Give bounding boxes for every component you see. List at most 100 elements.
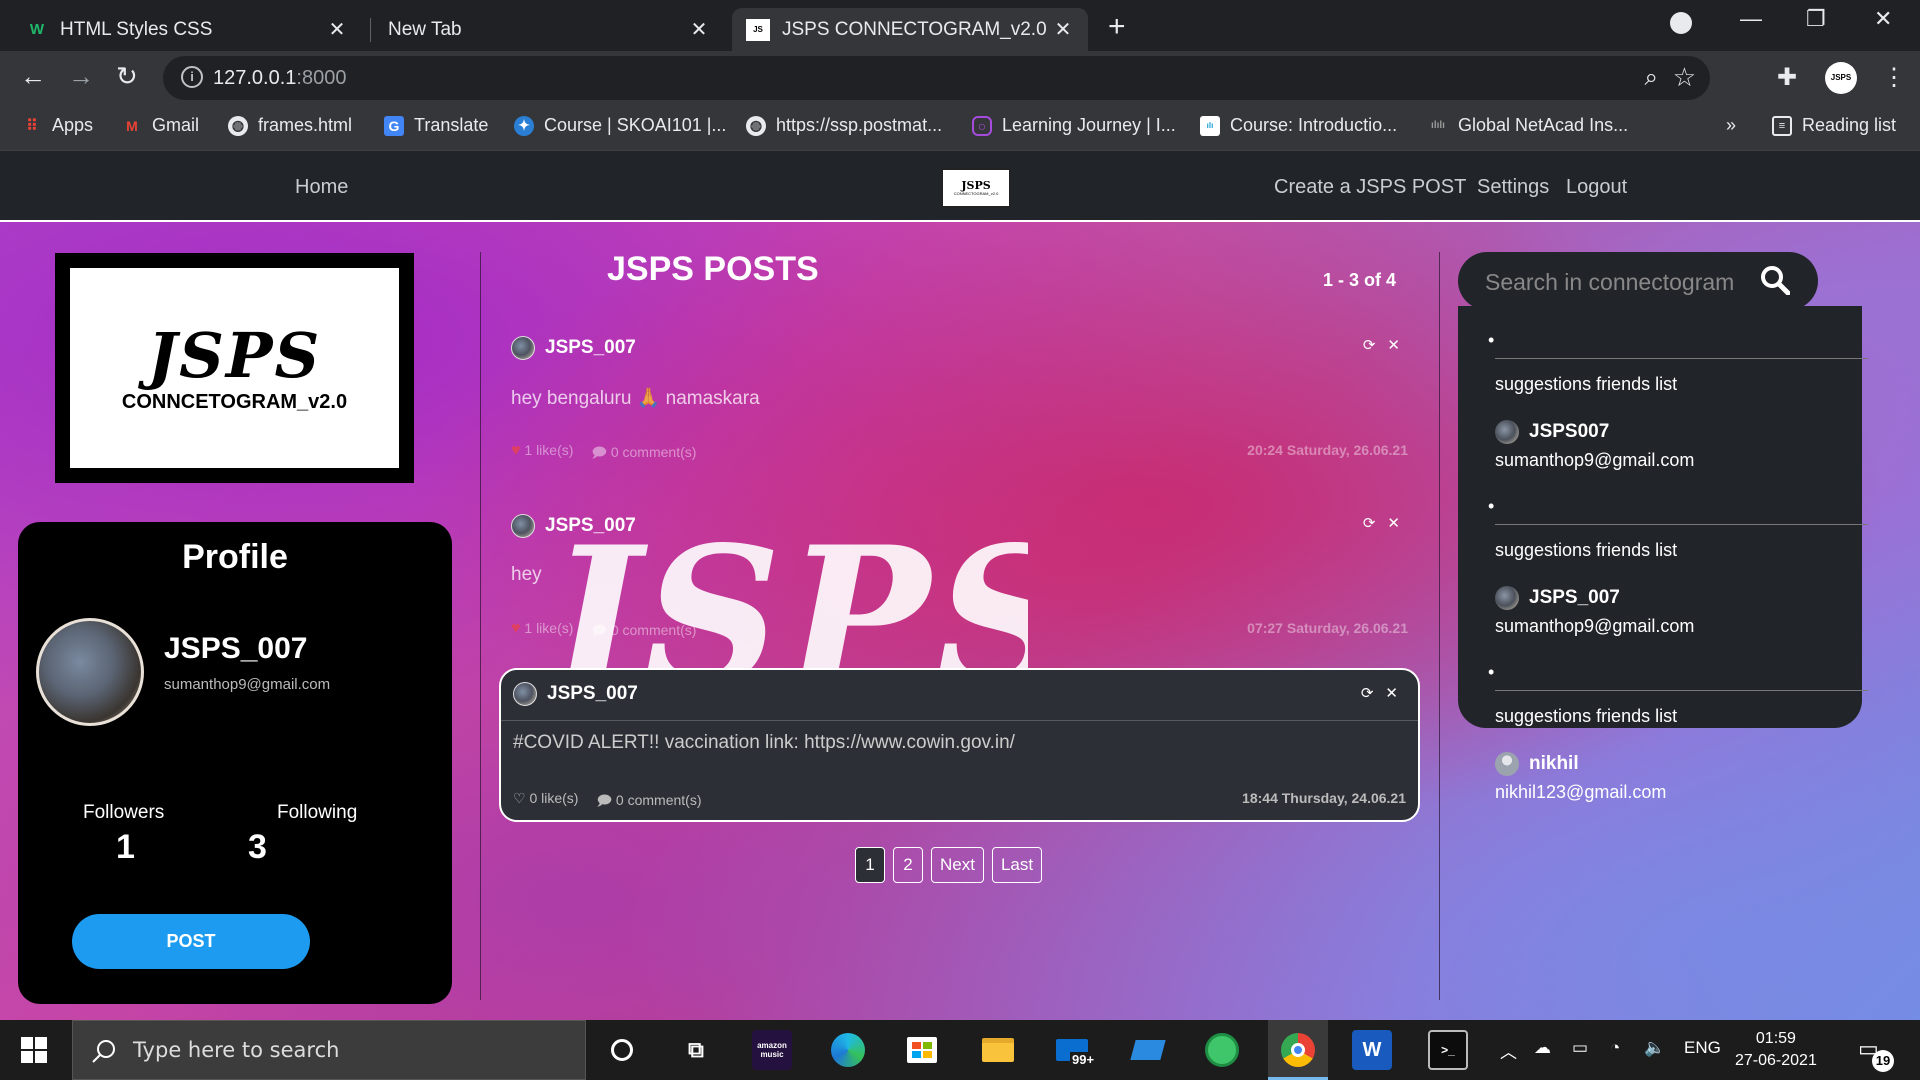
edge-icon[interactable] [828, 1030, 868, 1070]
close-tab-icon[interactable]: ✕ [326, 17, 348, 42]
notification-center-icon[interactable]: ▭ 19 [1858, 1036, 1894, 1072]
page-1-button[interactable]: 1 [855, 847, 885, 883]
suggested-user[interactable]: JSPS_007 [1495, 586, 1620, 610]
comment-icon[interactable]: 🗩 [596, 792, 612, 808]
taskbar-search-box[interactable]: Type here to search [72, 1020, 586, 1080]
forward-arrow-icon[interactable]: → [68, 61, 94, 92]
delete-post-icon[interactable]: ✕ [1387, 336, 1400, 354]
bookmark-translate[interactable]: G Translate [384, 115, 488, 136]
page-2-button[interactable]: 2 [893, 847, 923, 883]
amazon-music-icon[interactable]: amazon music [752, 1030, 792, 1070]
delete-post-icon[interactable]: ✕ [1385, 684, 1398, 702]
zoom-icon[interactable]: ⌕ [1645, 64, 1658, 92]
heart-outline-icon[interactable]: ♡ [513, 790, 526, 806]
followers-label[interactable]: Followers [83, 802, 164, 824]
bookmark-star-icon[interactable]: ☆ [1673, 62, 1696, 93]
suggested-user[interactable]: JSPS007 [1495, 420, 1609, 444]
heart-icon[interactable]: ♥ [511, 620, 521, 637]
restore-icon[interactable]: ❐ [1806, 6, 1826, 32]
post-likes[interactable]: ♥ 1 like(s) [511, 442, 573, 466]
search-placeholder[interactable]: Search in connectogram [1485, 269, 1734, 296]
column-divider [480, 252, 481, 1000]
windows-start-icon[interactable] [14, 1030, 54, 1070]
store-icon[interactable] [902, 1030, 942, 1070]
post-button[interactable]: POST [72, 914, 310, 969]
post-author[interactable]: JSPS_007 [513, 682, 638, 706]
bookmark-label: frames.html [258, 115, 353, 135]
navbar-logo[interactable]: JSPS CONNECTOGRAM_v2.0 [941, 168, 1011, 208]
bullet: • [1488, 330, 1495, 350]
laptop-app-icon[interactable] [1128, 1030, 1168, 1070]
language-indicator[interactable]: ENG [1684, 1038, 1721, 1058]
following-count[interactable]: 3 [248, 828, 267, 867]
nav-create-post-link[interactable]: Create a JSPS POST [1274, 176, 1466, 199]
post-comments[interactable]: 🗩 0 comment(s) [596, 790, 701, 814]
close-tab-icon[interactable]: ✕ [1052, 17, 1074, 42]
close-window-icon[interactable]: ✕ [1874, 6, 1892, 32]
nav-logout-link[interactable]: Logout [1566, 176, 1627, 199]
suggested-user[interactable]: nikhil [1495, 752, 1579, 776]
post-author[interactable]: JSPS_007 [511, 336, 636, 360]
edit-post-icon[interactable]: ⟳ [1363, 336, 1376, 354]
next-page-button[interactable]: Next [931, 847, 984, 883]
comment-icon[interactable]: 🗩 [591, 444, 607, 460]
edit-post-icon[interactable]: ⟳ [1363, 514, 1376, 532]
bookmark-apps[interactable]: ⠿ Apps [22, 115, 93, 136]
task-view-icon[interactable]: ⧉ [676, 1030, 716, 1070]
file-explorer-icon[interactable] [978, 1030, 1018, 1070]
profile-avatar-icon[interactable]: JSPS [1825, 62, 1857, 94]
volume-icon[interactable]: 🔈 [1644, 1038, 1665, 1058]
bookmark-course-skoai[interactable]: ✦ Course | SKOAI101 |... [514, 115, 726, 136]
wifi-icon[interactable]: ◔ [1610, 1038, 1620, 1058]
mail-icon[interactable]: 99+ [1052, 1030, 1097, 1070]
battery-icon[interactable]: ▭ [1572, 1038, 1588, 1058]
tab-title: New Tab [388, 18, 462, 40]
extensions-puzzle-icon[interactable]: ✚ [1777, 63, 1797, 92]
profile-avatar[interactable] [36, 618, 144, 726]
last-page-button[interactable]: Last [991, 847, 1043, 883]
new-tab-plus-icon[interactable]: + [1108, 10, 1126, 44]
nav-settings-link[interactable]: Settings [1477, 176, 1549, 199]
delete-post-icon[interactable]: ✕ [1387, 514, 1400, 532]
tab-new-tab[interactable]: New Tab ✕ [374, 8, 724, 51]
close-tab-icon[interactable]: ✕ [688, 17, 710, 42]
cortana-icon[interactable] [602, 1030, 642, 1070]
bookmark-label: Learning Journey | I... [1002, 115, 1176, 135]
more-bookmarks-chevron[interactable]: » [1726, 115, 1736, 136]
atom-icon[interactable] [1202, 1030, 1242, 1070]
edit-post-icon[interactable]: ⟳ [1361, 684, 1374, 702]
back-arrow-icon[interactable]: ← [20, 61, 46, 92]
bookmark-learning-journey[interactable]: ○ Learning Journey | I... [972, 115, 1176, 136]
clock[interactable]: 01:59 27-06-2021 [1735, 1028, 1817, 1072]
search-icon[interactable] [1760, 265, 1790, 295]
bookmark-gmail[interactable]: M Gmail [122, 115, 199, 136]
following-label[interactable]: Following [277, 802, 357, 824]
reading-list-icon: ≡ [1772, 115, 1792, 136]
site-info-icon[interactable]: i [181, 66, 203, 88]
reading-list-button[interactable]: ≡ Reading list [1772, 115, 1896, 136]
bookmark-frames[interactable]: ◍ frames.html [228, 115, 352, 136]
tray-chevron-icon[interactable]: ︿ [1500, 1038, 1517, 1063]
heart-icon[interactable]: ♥ [511, 442, 521, 459]
nav-home-link[interactable]: Home [295, 176, 348, 199]
bookmark-global-netacad[interactable]: ılılı Global NetAcad Ins... [1428, 115, 1628, 136]
brand-logo-title: JSPS [147, 318, 322, 392]
followers-count[interactable]: 1 [116, 828, 135, 867]
menu-kebab-icon[interactable]: ⋮ [1882, 63, 1906, 92]
address-bar[interactable]: i 127.0.0.1:8000 ⌕ ☆ [163, 56, 1710, 100]
bookmark-ssp-postmat[interactable]: ◍ https://ssp.postmat... [746, 115, 942, 136]
post-likes[interactable]: ♡ 0 like(s) [513, 790, 578, 814]
tab-html-styles[interactable]: W HTML Styles CSS ✕ [12, 8, 362, 51]
post-comments[interactable]: 🗩 0 comment(s) [591, 442, 696, 466]
tab-search-icon[interactable] [1670, 12, 1692, 34]
bookmark-course-intro[interactable]: ılı Course: Introductio... [1200, 115, 1397, 136]
minimize-icon[interactable]: — [1740, 6, 1762, 32]
tab-jsps-connectogram[interactable]: JS JSPS CONNECTOGRAM_v2.0 ✕ [732, 8, 1088, 51]
reload-icon[interactable]: ↻ [116, 61, 138, 92]
post-author-name: JSPS_007 [545, 337, 636, 358]
word-icon[interactable]: W [1352, 1030, 1392, 1070]
onedrive-icon[interactable]: ☁ [1534, 1038, 1551, 1058]
chrome-icon[interactable] [1278, 1030, 1318, 1070]
terminal-icon[interactable]: >_ [1428, 1030, 1468, 1070]
search-box[interactable]: Search in connectogram [1458, 252, 1818, 310]
